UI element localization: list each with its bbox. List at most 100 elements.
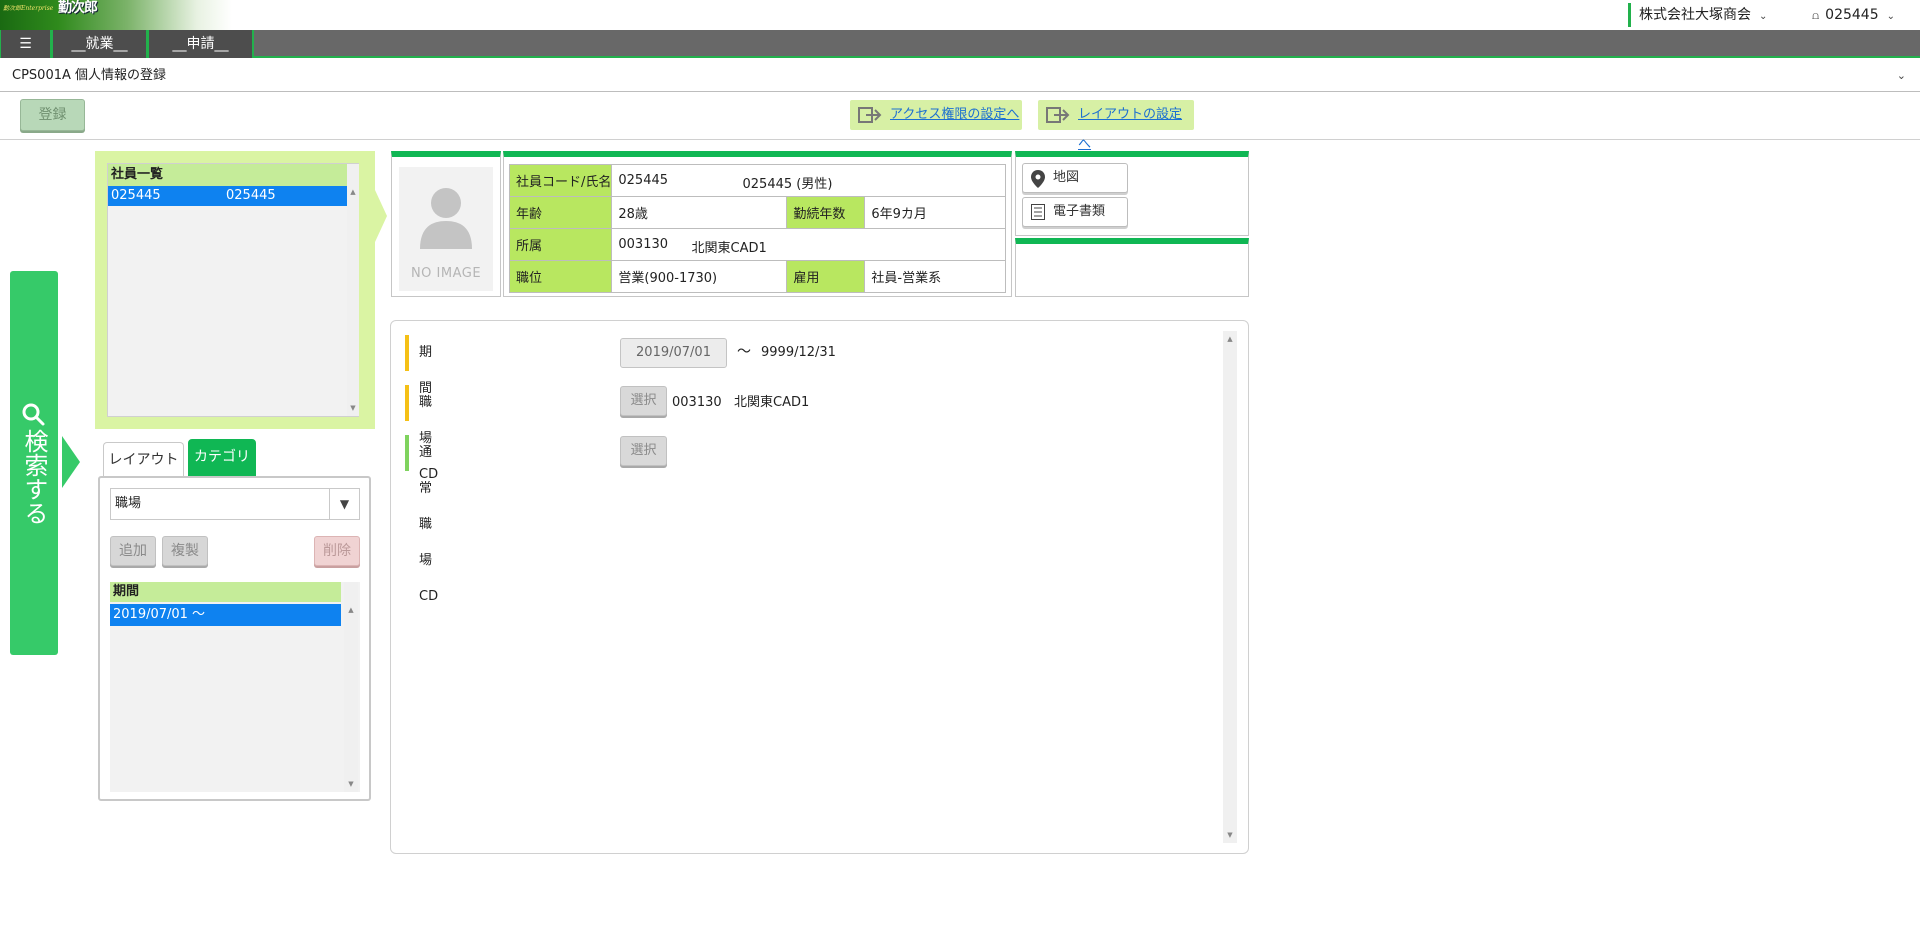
avatar: NO IMAGE <box>399 167 493 291</box>
menu-item-apply[interactable]: __申請__ <box>148 30 254 58</box>
menu-bar: ☰ __就業__ __申請__ <box>0 30 1920 58</box>
screen-title-bar[interactable]: CPS001A 個人情報の登録 ⌄ <box>0 60 1920 92</box>
tenure-value: 6年9カ月 <box>864 196 1006 229</box>
employee-code: 025445 <box>618 173 669 188</box>
employee-list: 社員一覧 025445 025445 ▲ ▼ <box>107 163 359 417</box>
workplace-code: 003130 <box>672 395 722 410</box>
logo-subtitle: 勤次郎Enterprise <box>3 5 54 12</box>
tenure-label: 勤続年数 <box>786 196 866 229</box>
access-settings-label: アクセス権限の設定へ <box>890 107 1020 122</box>
position-value: 営業(900-1730) <box>611 260 788 293</box>
map-label: 地図 <box>1053 170 1080 185</box>
user-icon: ⩍ <box>1812 9 1820 22</box>
scroll-down-icon[interactable]: ▼ <box>344 780 358 788</box>
period-list-scrollbar[interactable]: ▲ ▼ <box>344 582 358 792</box>
top-bar: 勤次郎Enterprise 勤次郎 株式会社大塚商会 ⌄ ⩍ 025445 ⌄ <box>0 0 1920 30</box>
category-select[interactable]: 職場 ▼ <box>110 488 360 520</box>
search-tab[interactable]: 検索する <box>10 271 58 655</box>
scroll-down-icon[interactable]: ▼ <box>1223 831 1237 839</box>
exit-arrow-icon <box>858 107 882 123</box>
access-settings-link[interactable]: アクセス権限の設定へ <box>850 100 1022 130</box>
employment-label: 雇用 <box>786 260 866 293</box>
position-label: 職位 <box>508 260 613 293</box>
delete-button[interactable]: 削除 <box>314 536 360 566</box>
workplace-name: 北関東CAD1 <box>734 395 810 410</box>
chevron-down-icon: ⌄ <box>1759 11 1768 22</box>
person-silhouette-icon <box>420 188 472 249</box>
select-normal-workplace-button[interactable]: 選択 <box>620 436 667 466</box>
employee-info-box: 社員コード/氏名 025445 025445 (男性) 年齢 28歳 勤続年数 … <box>503 151 1012 297</box>
employee-name: 025445 <box>226 188 276 203</box>
scroll-down-icon[interactable]: ▼ <box>347 404 359 412</box>
employee-info-table: 社員コード/氏名 025445 025445 (男性) 年齢 28歳 勤続年数 … <box>508 164 1006 293</box>
age-label: 年齢 <box>508 196 613 229</box>
search-tab-label: 検索する <box>20 429 48 525</box>
employment-value: 社員-営業系 <box>864 260 1006 293</box>
optional-marker <box>405 435 409 471</box>
category-panel: 職場 ▼ 追加 複製 削除 期間 2019/07/01 ～ ▲ ▼ <box>98 476 371 801</box>
normal-workplace-label: 通常職場CD <box>419 445 439 604</box>
period-list-header: 期間 <box>110 582 341 602</box>
photo-box: NO IMAGE <box>391 151 501 297</box>
search-icon <box>22 403 45 426</box>
layout-settings-link[interactable]: レイアウトの設定へ <box>1038 100 1194 152</box>
map-pin-icon <box>1031 170 1045 188</box>
menu-item-work[interactable]: __就業__ <box>52 30 148 58</box>
employee-name: 025445 (男性) <box>742 177 833 192</box>
tab-category[interactable]: カテゴリ <box>188 439 256 476</box>
dropdown-arrow-icon[interactable]: ▼ <box>329 489 359 519</box>
list-item[interactable]: 2019/07/01 ～ <box>110 604 341 626</box>
employee-list-scrollbar[interactable]: ▲ ▼ <box>347 164 359 416</box>
company-selector[interactable]: 株式会社大塚商会 ⌄ <box>1628 3 1767 27</box>
search-arrow-icon <box>62 436 80 488</box>
side-empty-box <box>1015 238 1249 297</box>
scroll-up-icon[interactable]: ▲ <box>347 188 359 196</box>
details-panel: 期間 2019/07/01 ～ 9999/12/31 職場CD 選択 00313… <box>390 320 1249 854</box>
select-workplace-button[interactable]: 選択 <box>620 386 667 416</box>
dept-name: 北関東CAD1 <box>691 241 767 256</box>
dept-label: 所属 <box>508 228 613 261</box>
side-actions-box: 地図 電子書類 <box>1015 151 1249 236</box>
chevron-down-icon: ⌄ <box>1886 11 1895 22</box>
screen-title: CPS001A 個人情報の登録 <box>12 68 167 83</box>
category-select-value: 職場 <box>115 496 142 511</box>
action-row: 登録 アクセス権限の設定へ レイアウトの設定へ <box>0 92 1920 152</box>
period-list: 期間 2019/07/01 ～ ▲ ▼ <box>110 582 360 792</box>
electronic-documents-button[interactable]: 電子書類 <box>1022 197 1128 227</box>
documents-label: 電子書類 <box>1053 204 1106 219</box>
age-value: 28歳 <box>611 196 788 229</box>
date-from-field[interactable]: 2019/07/01 <box>620 338 727 368</box>
company-name: 株式会社大塚商会 <box>1639 7 1751 23</box>
register-button[interactable]: 登録 <box>20 99 85 131</box>
code-name-value: 025445 025445 (男性) <box>611 164 1006 197</box>
exit-arrow-icon <box>1046 107 1070 123</box>
hamburger-menu-button[interactable]: ☰ <box>0 30 52 58</box>
scroll-up-icon[interactable]: ▲ <box>344 606 358 614</box>
employee-code: 025445 <box>111 188 161 203</box>
tab-layout[interactable]: レイアウト <box>103 442 184 476</box>
required-marker <box>405 335 409 371</box>
range-separator: ～ <box>737 344 751 360</box>
layout-settings-label: レイアウトの設定へ <box>1078 107 1183 152</box>
copy-button[interactable]: 複製 <box>162 536 208 566</box>
chevron-down-icon[interactable]: ⌄ <box>1897 60 1906 92</box>
details-scrollbar[interactable]: ▲ ▼ <box>1223 331 1237 843</box>
dept-value: 003130 北関東CAD1 <box>611 228 1006 261</box>
panel-arrow-icon <box>375 190 387 242</box>
list-item[interactable]: 025445 025445 <box>108 186 347 206</box>
employee-list-panel: 社員一覧 025445 025445 ▲ ▼ <box>95 151 375 429</box>
user-menu[interactable]: ⩍ 025445 ⌄ <box>1812 3 1895 27</box>
code-name-label: 社員コード/氏名 <box>508 164 613 197</box>
required-marker <box>405 385 409 421</box>
date-to-value: 9999/12/31 <box>761 345 836 360</box>
add-button[interactable]: 追加 <box>110 536 156 566</box>
dept-code: 003130 <box>618 237 669 252</box>
logo-title: 勤次郎 <box>58 0 98 16</box>
scroll-up-icon[interactable]: ▲ <box>1223 335 1237 343</box>
map-button[interactable]: 地図 <box>1022 163 1128 193</box>
user-id: 025445 <box>1825 7 1879 23</box>
employee-list-header: 社員一覧 <box>108 164 347 186</box>
app-logo: 勤次郎Enterprise 勤次郎 <box>0 0 232 30</box>
document-list-icon <box>1031 204 1045 220</box>
no-image-label: NO IMAGE <box>410 266 482 281</box>
